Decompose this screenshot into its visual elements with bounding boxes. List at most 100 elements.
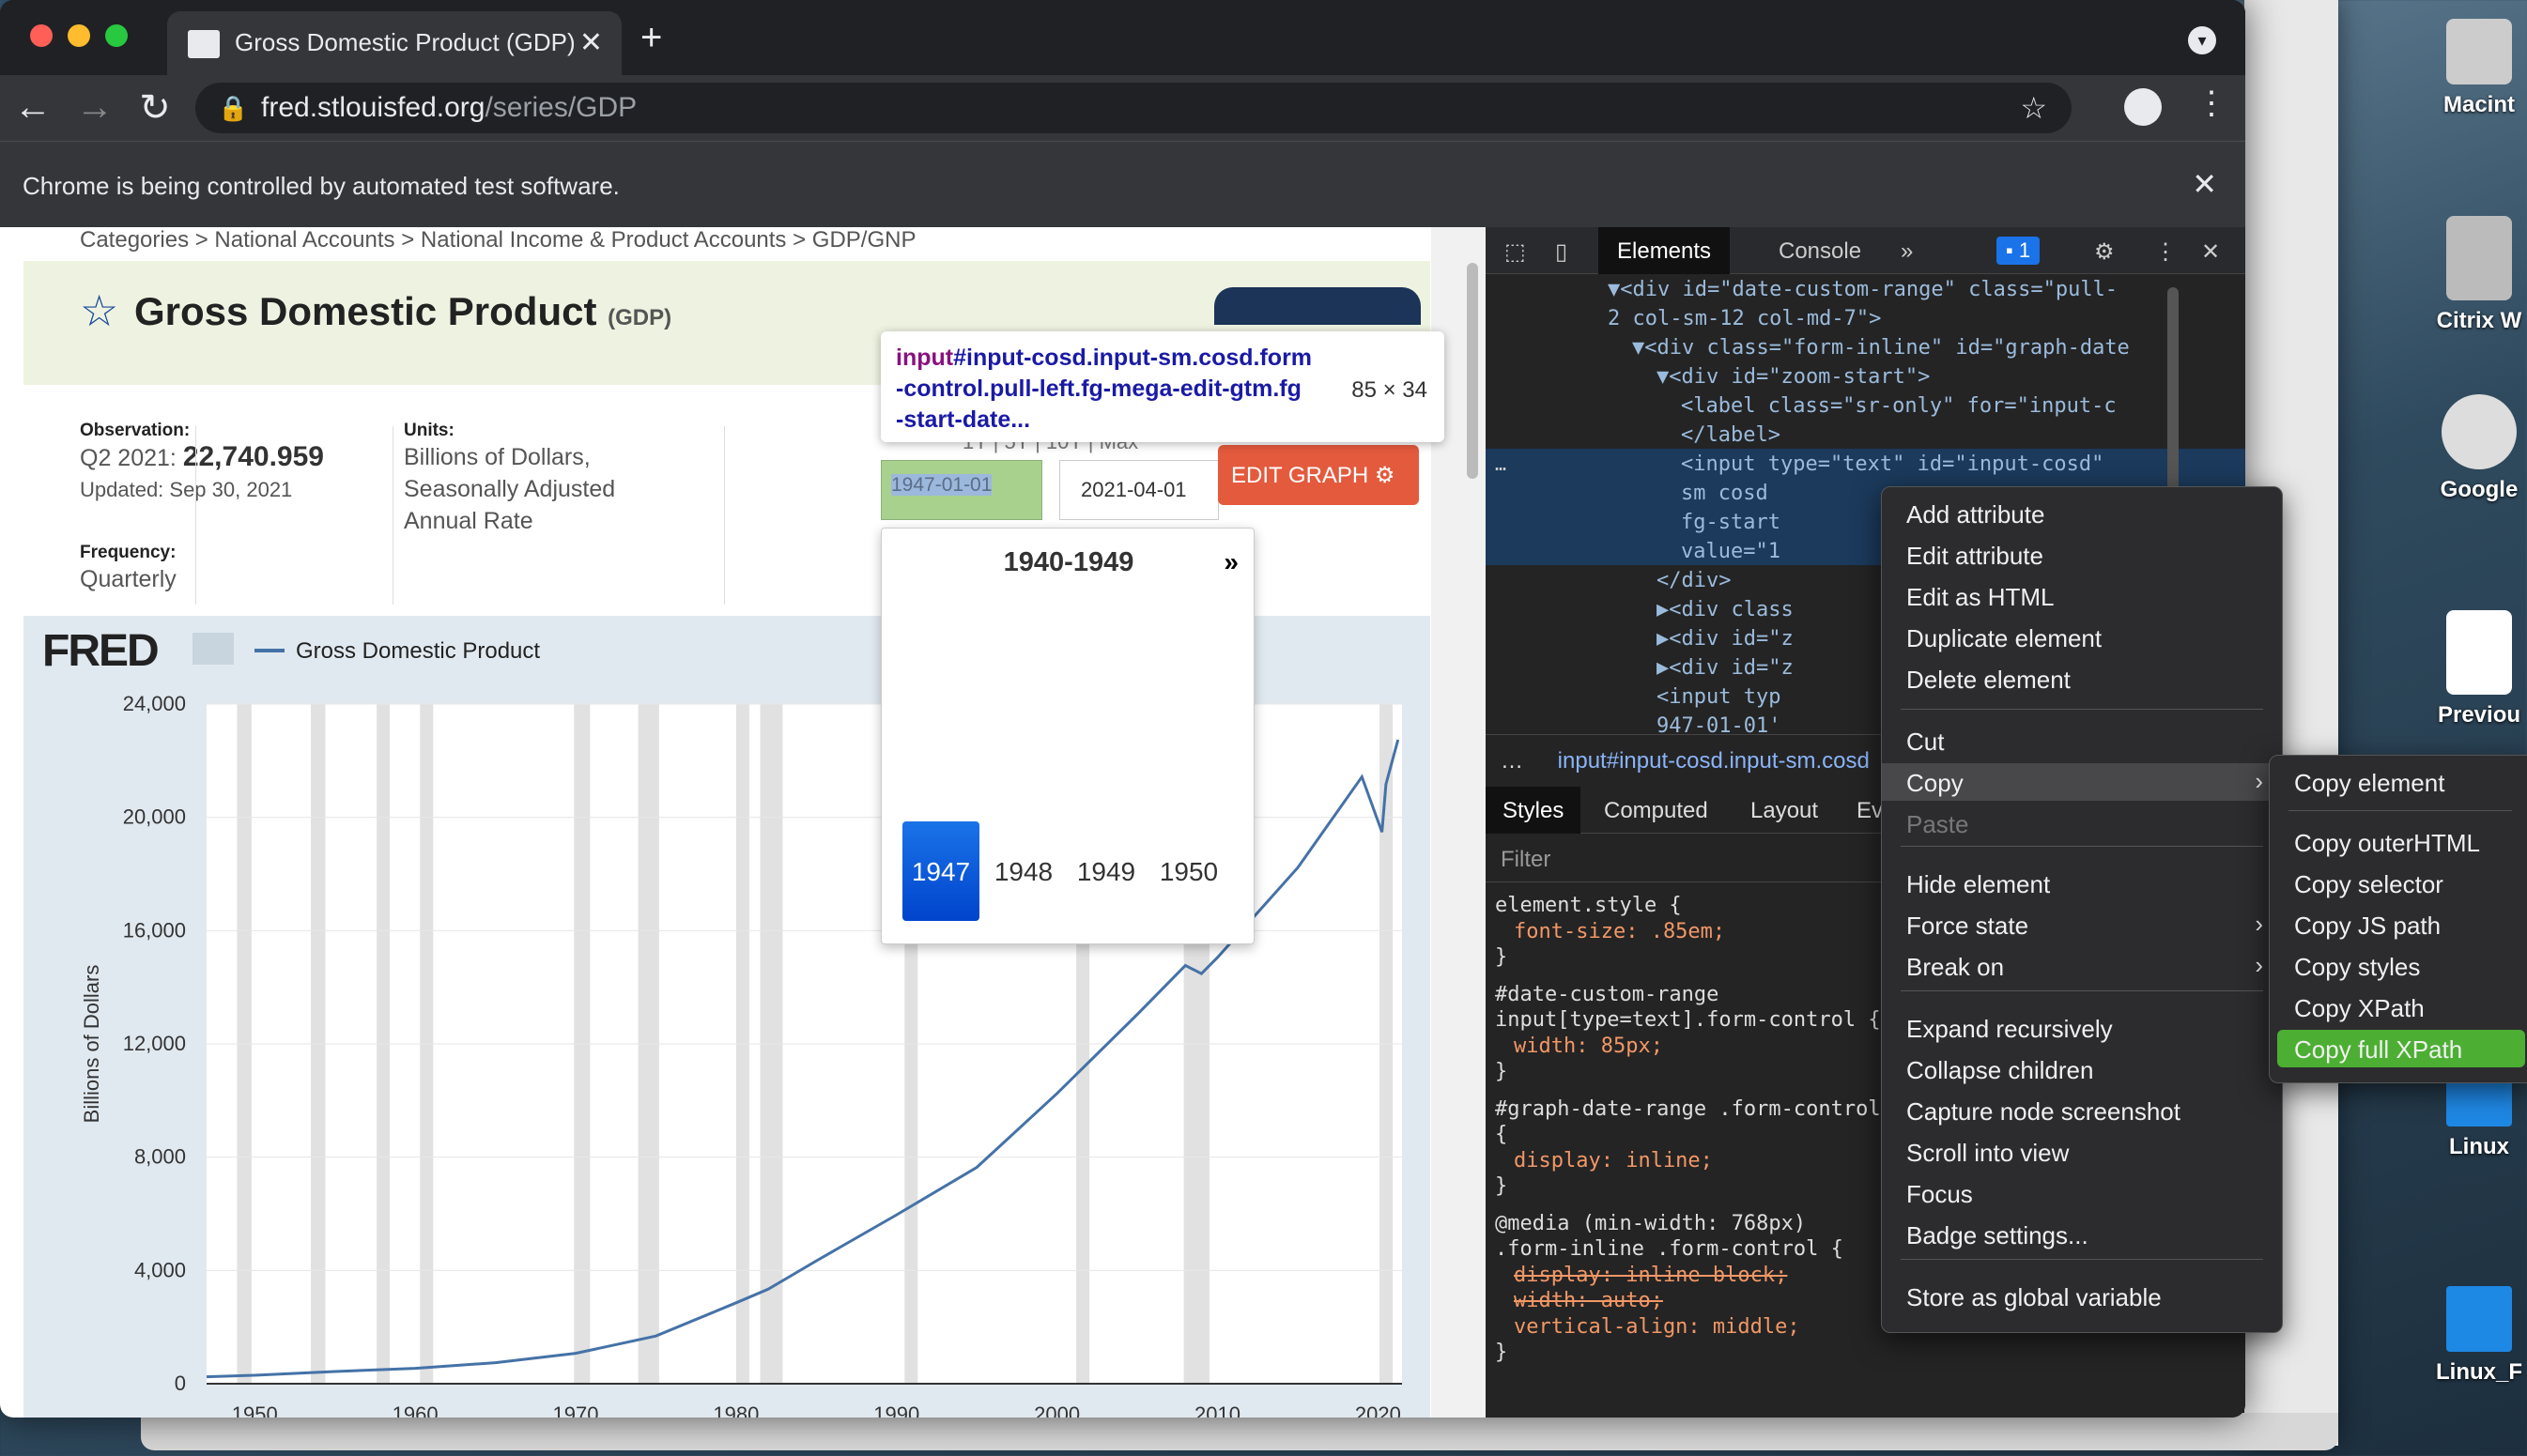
submenu-item-copy-js-path[interactable]: Copy JS path: [2277, 906, 2525, 943]
menu-item-badge-settings[interactable]: Badge settings...: [1882, 1216, 2282, 1253]
style-rule-line[interactable]: element.style {: [1495, 894, 1682, 917]
minimize-window-button[interactable]: [68, 24, 90, 47]
tab-computed[interactable]: Computed: [1604, 798, 1708, 824]
forward-arrow-icon[interactable]: →: [73, 86, 116, 129]
style-rule-line[interactable]: vertical-align: middle;: [1514, 1315, 1800, 1339]
style-rule-line[interactable]: }: [1495, 1060, 1507, 1083]
end-date-input[interactable]: 2021-04-01: [1059, 460, 1219, 520]
tab-event-listeners[interactable]: Ev: [1857, 798, 1883, 824]
desktop-icon-citrix[interactable]: Citrix W: [2423, 216, 2527, 334]
style-rule-line[interactable]: font-size: .85em;: [1514, 920, 1725, 943]
datepicker-next-icon[interactable]: »: [1224, 547, 1239, 577]
style-rule-line[interactable]: @media (min-width: 768px): [1495, 1212, 1806, 1235]
style-rule-line[interactable]: width: 85px;: [1514, 1035, 1663, 1058]
dom-line[interactable]: <input type="text" id="input-cosd": [1681, 452, 2103, 482]
dom-line[interactable]: <label class="sr-only" for="input-c: [1681, 394, 2117, 423]
submenu-item-copy-styles[interactable]: Copy styles: [2277, 947, 2525, 985]
menu-item-capture-node-screenshot[interactable]: Capture node screenshot: [1882, 1092, 2282, 1129]
dom-breadcrumb[interactable]: input#input-cosd.input-sm.cosd: [1558, 748, 1870, 774]
bookmark-star-icon[interactable]: ☆: [2020, 90, 2047, 126]
dom-line[interactable]: ▼<div id="zoom-start">: [1656, 365, 1930, 394]
dom-line[interactable]: ▶<div id="z: [1656, 627, 1794, 656]
menu-item-add-attribute[interactable]: Add attribute: [1882, 495, 2282, 532]
dom-line[interactable]: 2 col-sm-12 col-md-7">: [1608, 307, 1881, 336]
dom-line[interactable]: fg-start: [1681, 511, 1780, 540]
style-rule-line[interactable]: input[type=text].form-control {: [1495, 1008, 1881, 1032]
dom-line[interactable]: sm cosd: [1681, 482, 1768, 511]
menu-item-break-on[interactable]: Break on: [1882, 947, 2282, 985]
style-rule-line[interactable]: {: [1495, 1123, 1507, 1146]
dom-line[interactable]: </label>: [1681, 423, 1780, 452]
breadcrumb-more[interactable]: …: [1501, 748, 1523, 774]
more-tabs-icon[interactable]: »: [1901, 238, 1913, 265]
style-rule-line[interactable]: #graph-date-range .form-control: [1495, 1097, 1881, 1121]
submenu-item-copy-full-xpath[interactable]: Copy full XPath: [2277, 1030, 2525, 1067]
settings-gear-icon[interactable]: ⚙: [2094, 238, 2115, 266]
submenu-item-copy-xpath[interactable]: Copy XPath: [2277, 989, 2525, 1026]
browser-tab[interactable]: Gross Domestic Product (GDP) ✕: [167, 11, 622, 75]
menu-item-store-as-global-variable[interactable]: Store as global variable: [1882, 1278, 2282, 1315]
menu-item-focus[interactable]: Focus: [1882, 1174, 2282, 1212]
dom-line[interactable]: ▶<div id="z: [1656, 656, 1794, 685]
tab-console[interactable]: Console: [1779, 238, 1861, 265]
breadcrumb[interactable]: Categories > National Accounts > Nationa…: [80, 227, 916, 253]
zoom-window-button[interactable]: [105, 24, 128, 47]
dom-line[interactable]: ▼<div class="form-inline" id="graph-date: [1632, 336, 2130, 365]
tab-styles[interactable]: Styles: [1486, 787, 1581, 834]
style-rule-line[interactable]: }: [1495, 1341, 1507, 1364]
menu-item-paste[interactable]: Paste: [1882, 805, 2282, 842]
favorite-star-icon[interactable]: ☆: [80, 285, 118, 336]
desktop-icon-linux-f[interactable]: Linux_F: [2423, 1286, 2527, 1386]
style-rule-line[interactable]: }: [1495, 945, 1507, 969]
submenu-item-copy-outerhtml[interactable]: Copy outerHTML: [2277, 823, 2525, 861]
dom-line[interactable]: <input typ: [1656, 685, 1780, 714]
desktop-icon-previous[interactable]: Previou: [2423, 610, 2527, 728]
issues-badge[interactable]: ▪ 1: [1996, 237, 2041, 265]
desktop-icon-google[interactable]: Google: [2423, 394, 2527, 503]
menu-item-edit-as-html[interactable]: Edit as HTML: [1882, 577, 2282, 615]
close-devtools-icon[interactable]: ✕: [2201, 238, 2220, 266]
dom-line[interactable]: ▶<div class: [1656, 598, 1794, 627]
device-toolbar-icon[interactable]: ▯: [1555, 238, 1567, 266]
tab-search-icon[interactable]: ▾: [2188, 26, 2216, 54]
dark-button-partial[interactable]: [1214, 287, 1421, 325]
tab-elements[interactable]: Elements: [1598, 227, 1731, 274]
menu-item-scroll-into-view[interactable]: Scroll into view: [1882, 1133, 2282, 1171]
style-rule-line[interactable]: display: inline;: [1514, 1149, 1713, 1172]
menu-item-expand-recursively[interactable]: Expand recursively: [1882, 1009, 2282, 1047]
style-rule-line[interactable]: }: [1495, 1174, 1507, 1198]
chrome-menu-icon[interactable]: ⋮: [2196, 84, 2227, 122]
desktop-icon-macintosh[interactable]: Macint: [2423, 19, 2527, 118]
submenu-item-copy-selector[interactable]: Copy selector: [2277, 865, 2525, 902]
tab-layout[interactable]: Layout: [1750, 798, 1818, 824]
style-rule-line[interactable]: width: auto;: [1514, 1289, 1663, 1312]
inspect-icon[interactable]: ⬚: [1504, 238, 1526, 266]
menu-item-delete-element[interactable]: Delete element: [1882, 660, 2282, 697]
devtools-menu-icon[interactable]: ⋮: [2154, 238, 2177, 266]
datepicker-header[interactable]: 1940-1949: [882, 547, 1256, 578]
back-arrow-icon[interactable]: ←: [11, 86, 54, 129]
new-tab-icon[interactable]: +: [640, 17, 662, 59]
menu-item-edit-attribute[interactable]: Edit attribute: [1882, 536, 2282, 574]
dom-line[interactable]: ▼<div id="date-custom-range" class="pull…: [1608, 278, 2118, 307]
style-rule-line[interactable]: .form-inline .form-control {: [1495, 1237, 1843, 1261]
close-tab-icon[interactable]: ✕: [579, 26, 603, 59]
close-window-button[interactable]: [30, 24, 53, 47]
year-1950[interactable]: 1950: [1150, 821, 1227, 921]
edit-graph-button[interactable]: EDIT GRAPH ⚙: [1218, 445, 1419, 505]
menu-item-collapse-children[interactable]: Collapse children: [1882, 1050, 2282, 1088]
year-1949[interactable]: 1949: [1068, 821, 1145, 921]
start-date-input[interactable]: 1947-01-01: [881, 460, 1042, 520]
menu-item-cut[interactable]: Cut: [1882, 722, 2282, 759]
menu-item-hide-element[interactable]: Hide element: [1882, 865, 2282, 902]
style-rule-line[interactable]: display: inline-block;: [1514, 1264, 1787, 1287]
reload-icon[interactable]: ↻: [133, 86, 177, 130]
menu-item-force-state[interactable]: Force state: [1882, 906, 2282, 943]
menu-item-copy[interactable]: Copy: [1882, 763, 2282, 801]
dom-line[interactable]: </div>: [1656, 569, 1731, 598]
menu-item-duplicate-element[interactable]: Duplicate element: [1882, 619, 2282, 656]
page-scrollbar-thumb[interactable]: [1467, 263, 1478, 479]
year-1948[interactable]: 1948: [985, 821, 1062, 921]
year-1947[interactable]: 1947: [902, 821, 979, 921]
profile-icon[interactable]: [2124, 88, 2162, 126]
